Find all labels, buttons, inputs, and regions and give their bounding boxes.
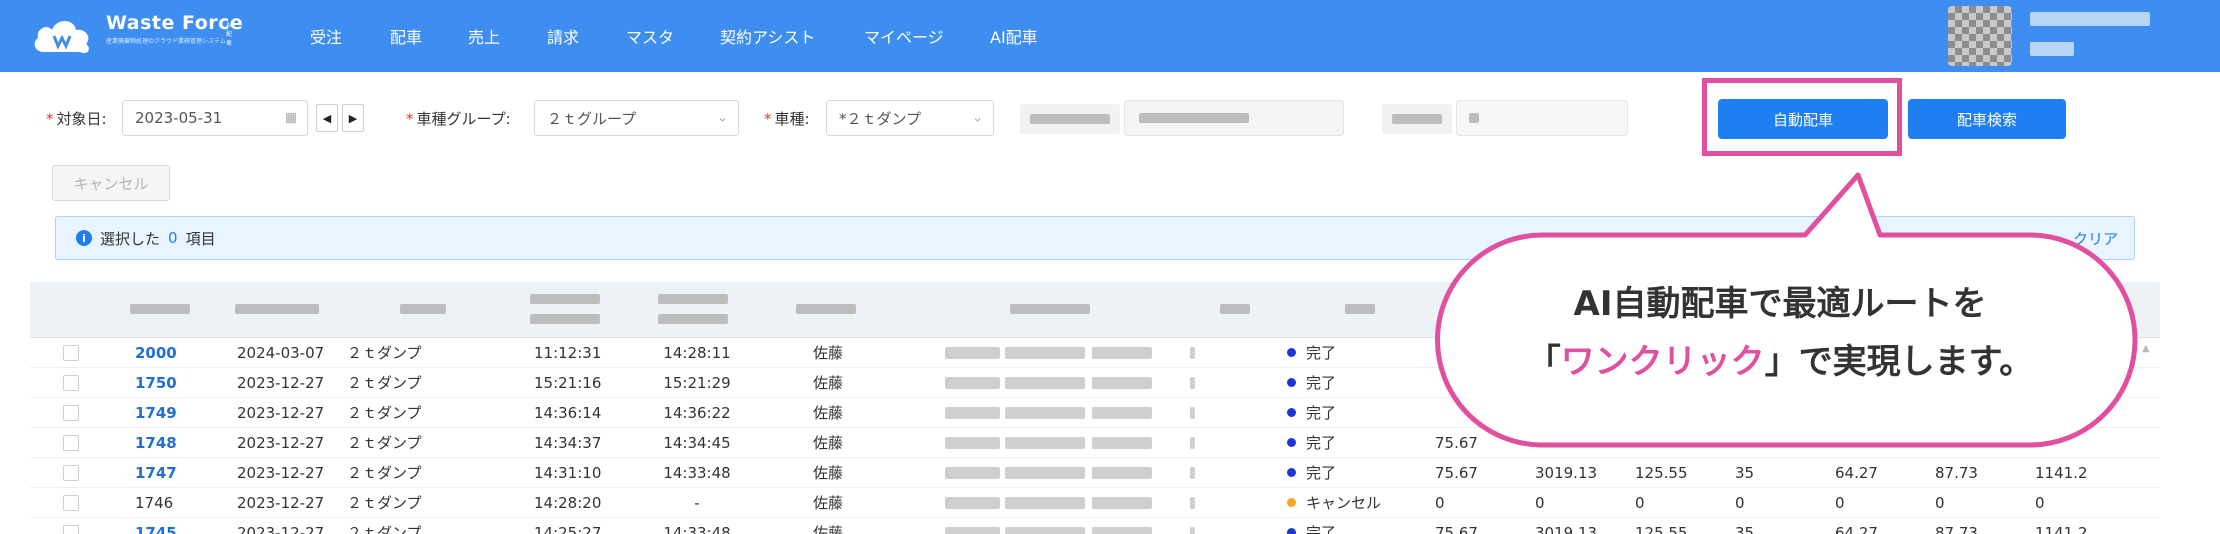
callout-message: AI自動配車で最適ルートを 「ワンクリック」で実現します。 bbox=[1420, 275, 2140, 391]
callout-line-1: AI自動配車で最適ルートを bbox=[1573, 284, 1987, 324]
callout-highlight: ワンクリック bbox=[1560, 342, 1765, 382]
callout-bubble bbox=[1434, 172, 2138, 448]
callout-line-2: 「ワンクリック」で実現します。 bbox=[1526, 342, 2034, 382]
